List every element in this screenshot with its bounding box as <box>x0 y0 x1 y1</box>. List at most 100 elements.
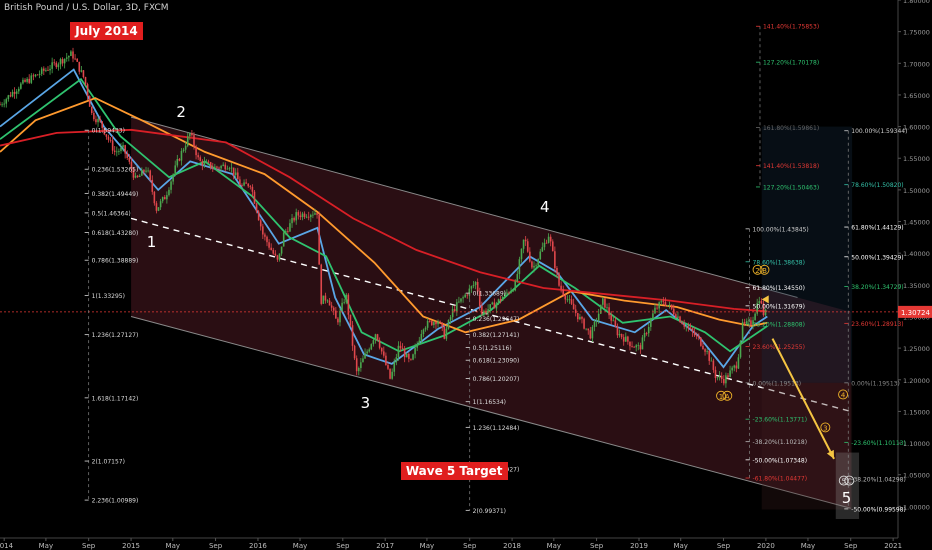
candle-body <box>34 74 37 77</box>
candle-body <box>226 168 229 170</box>
candle-body <box>362 358 364 363</box>
candle-body <box>207 161 210 163</box>
candle-body <box>453 309 456 312</box>
candle-body <box>597 313 600 321</box>
candle-body <box>370 344 373 350</box>
candle-body <box>725 375 727 384</box>
candle-body <box>99 118 101 122</box>
candle-body <box>218 167 220 169</box>
candle-body <box>3 103 5 105</box>
candle-body <box>76 58 78 62</box>
candle-body <box>372 340 375 345</box>
candle-body <box>316 213 318 215</box>
candle-body <box>720 375 723 379</box>
candle-body <box>433 322 435 326</box>
candle-body <box>602 298 604 305</box>
fib-level-label: 61.80%(1.44129) <box>851 225 903 232</box>
fib-level-label: 100.00%(1.59344) <box>851 128 907 135</box>
candle-body <box>1 104 3 106</box>
candle-body <box>664 302 667 306</box>
candle-body <box>543 242 546 248</box>
candle-body <box>622 337 625 342</box>
candle-body <box>506 292 508 294</box>
candle-body <box>650 318 652 327</box>
candle-body <box>203 161 206 166</box>
candle-body <box>118 151 120 152</box>
fib-level-label: 0.618(1.43280) <box>92 230 139 237</box>
fib-level-label: 1(1.16534) <box>473 399 506 406</box>
candle-body <box>61 59 64 64</box>
candle-body <box>708 351 711 361</box>
candle-body <box>462 297 464 299</box>
fib-level-label: 1(1.33295) <box>92 293 125 300</box>
candle-body <box>59 59 62 65</box>
candle-body <box>176 159 179 166</box>
candle-body <box>593 321 596 327</box>
candle-body <box>685 326 688 328</box>
candle-body <box>460 298 462 302</box>
candle-body <box>595 320 598 322</box>
candle-body <box>291 217 293 224</box>
candle-body <box>353 345 356 359</box>
candle-body <box>447 320 450 329</box>
candle-body <box>408 353 410 359</box>
fib-level-label: 0.786(1.38889) <box>92 258 139 265</box>
candle-body <box>53 62 56 64</box>
candle-body <box>420 334 423 341</box>
candle-body <box>20 83 22 89</box>
candle-body <box>301 213 304 218</box>
candle-body <box>5 99 8 104</box>
candle-body <box>679 316 681 323</box>
fib-level-label: 1.236(1.27127) <box>92 332 139 339</box>
candle-body <box>658 302 660 309</box>
candle-body <box>399 345 402 349</box>
candle-body <box>426 320 429 328</box>
candle-body <box>320 264 323 304</box>
wave-circled-label: C <box>847 478 852 486</box>
candle-body <box>366 351 368 354</box>
annotation-badge: July 2014 <box>70 22 143 41</box>
chart-header: British Pound / U.S. Dollar, 3D, FXCM <box>4 3 169 13</box>
candle-body <box>345 294 348 303</box>
wave-5-target-box <box>835 452 860 520</box>
candle-body <box>86 84 89 97</box>
candle-body <box>84 77 87 85</box>
candle-body <box>78 61 81 72</box>
candle-body <box>239 179 241 186</box>
candle-body <box>80 70 83 72</box>
candle-body <box>30 75 33 83</box>
candle-body <box>501 297 504 301</box>
candle-body <box>145 170 147 172</box>
candle-body <box>51 62 53 69</box>
fib-level-label: 23.60%(1.28913) <box>851 321 903 328</box>
time-tick-label: May <box>166 542 180 550</box>
candle-body <box>497 299 500 304</box>
candle-body <box>116 151 118 153</box>
time-tick-label: 2020 <box>757 542 775 550</box>
candle-body <box>604 298 606 308</box>
candle-body <box>120 147 122 152</box>
candle-body <box>735 365 738 369</box>
fib-level-label: 1.618(1.17142) <box>92 395 139 402</box>
candle-body <box>107 136 110 140</box>
candle-body <box>126 153 129 158</box>
candle-body <box>22 79 24 84</box>
candle-body <box>681 322 683 325</box>
candle-body <box>236 172 239 180</box>
candle-body <box>172 174 174 182</box>
candle-body <box>209 162 212 168</box>
candle-body <box>166 195 168 200</box>
candle-body <box>666 305 669 306</box>
candle-body <box>280 246 283 254</box>
candle-body <box>695 335 698 337</box>
wave-circled-label: 3 <box>823 424 827 432</box>
fib-level-label: -23.60%(1.13771) <box>753 417 808 424</box>
candle-body <box>295 212 298 221</box>
fib-level-label: 0.00%(1.19513) <box>851 380 900 387</box>
candle-body <box>510 290 512 293</box>
fib-level-label: 0.236(1.29647) <box>473 316 520 323</box>
candle-body <box>211 167 214 169</box>
candle-body <box>262 226 264 235</box>
fib-level-label: 1.236(1.12484) <box>473 425 520 432</box>
candle-body <box>0 104 1 106</box>
